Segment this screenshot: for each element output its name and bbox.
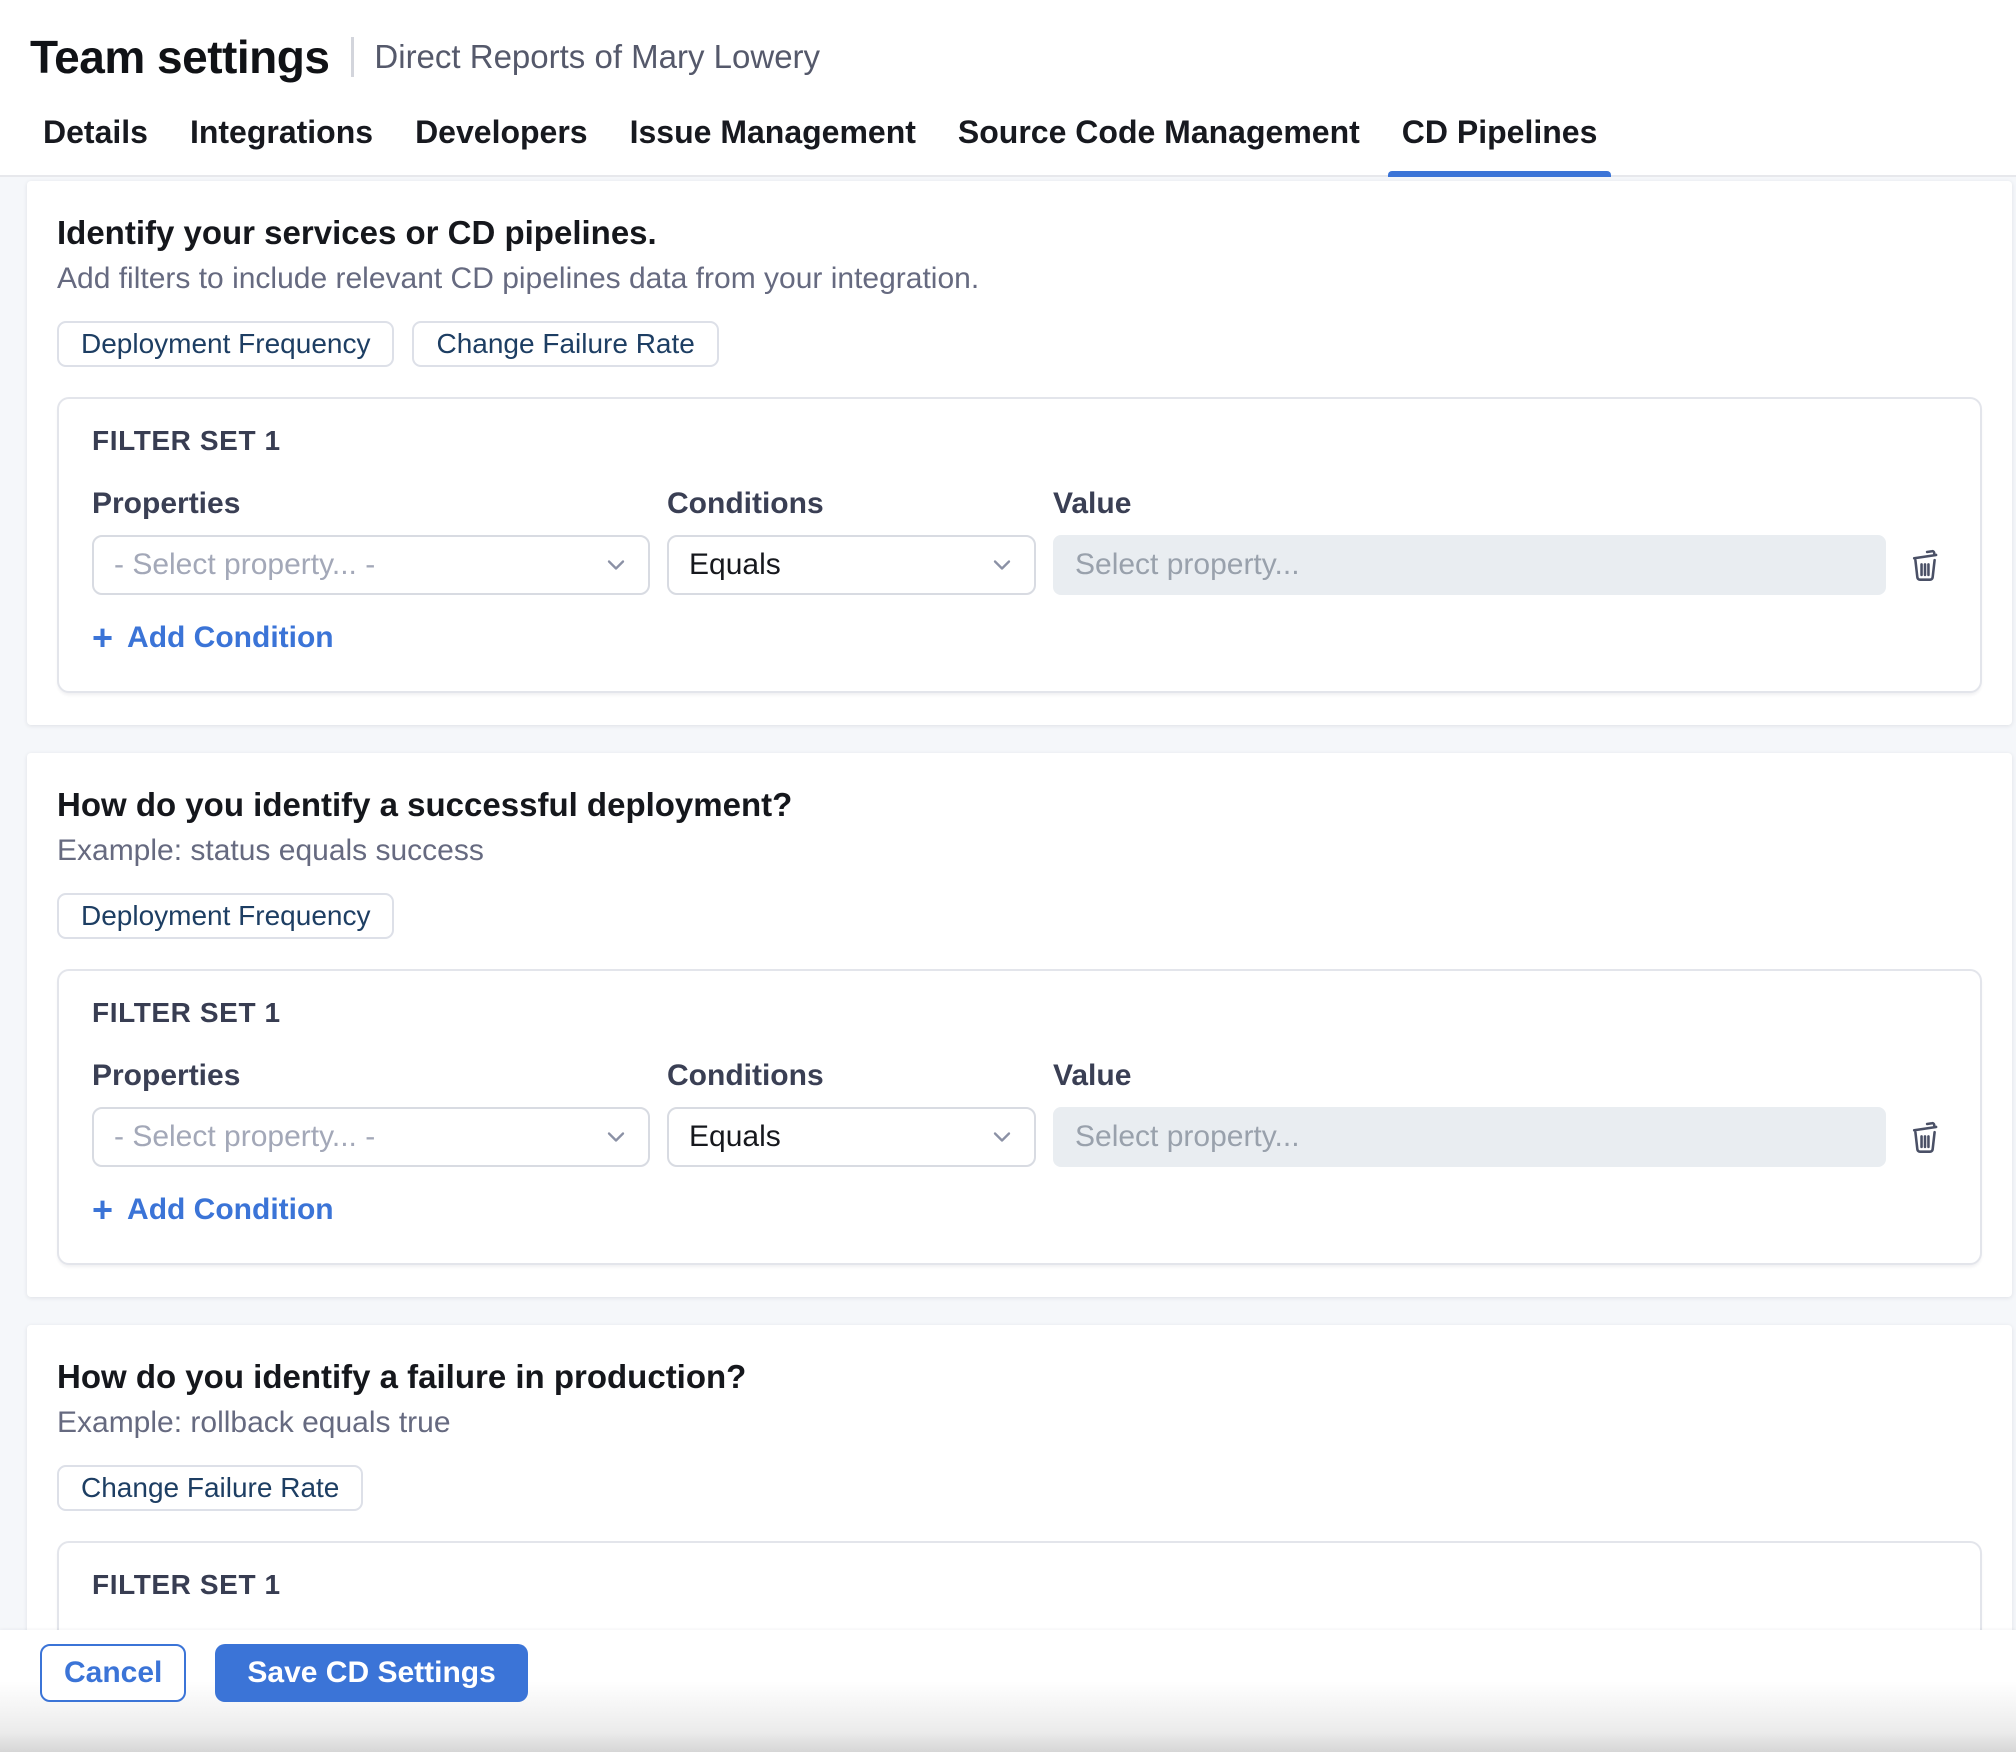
- condition-select-value: Equals: [689, 1120, 988, 1154]
- section-subtitle: Add filters to include relevant CD pipel…: [57, 261, 1982, 297]
- tab-details[interactable]: Details: [29, 114, 162, 175]
- delete-condition-button[interactable]: [1903, 535, 1947, 595]
- condition-select-value: Equals: [689, 548, 988, 582]
- metric-chip-row: Deployment Frequency Change Failure Rate: [57, 321, 1982, 367]
- section-identify-services: Identify your services or CD pipelines. …: [27, 181, 2012, 725]
- tab-developers[interactable]: Developers: [401, 114, 602, 175]
- chip-change-failure-rate[interactable]: Change Failure Rate: [412, 321, 718, 367]
- metric-chip-row: Deployment Frequency: [57, 893, 1982, 939]
- trash-icon: [1907, 1119, 1943, 1155]
- add-condition-label: Add Condition: [127, 1193, 334, 1227]
- title-divider: [351, 37, 354, 77]
- conditions-label: Conditions: [667, 1059, 1036, 1093]
- page-header: Team settings Direct Reports of Mary Low…: [0, 0, 2016, 84]
- footer-action-bar: Cancel Save CD Settings: [0, 1630, 2016, 1752]
- chip-deployment-frequency[interactable]: Deployment Frequency: [57, 321, 394, 367]
- add-condition-button[interactable]: + Add Condition: [92, 621, 334, 655]
- filter-set-title: FILTER SET 1: [92, 425, 1947, 457]
- condition-select[interactable]: Equals: [667, 1107, 1036, 1167]
- value-input[interactable]: [1053, 535, 1886, 595]
- section-heading: How do you identify a successful deploym…: [57, 785, 1982, 825]
- property-select[interactable]: - Select property... -: [92, 535, 650, 595]
- tab-bar: Details Integrations Developers Issue Ma…: [0, 114, 2016, 177]
- metric-chip-row: Change Failure Rate: [57, 1465, 1982, 1511]
- cancel-button[interactable]: Cancel: [40, 1644, 186, 1702]
- add-condition-label: Add Condition: [127, 621, 334, 655]
- value-label: Value: [1053, 1059, 1886, 1093]
- chip-change-failure-rate[interactable]: Change Failure Rate: [57, 1465, 363, 1511]
- filter-set-card: FILTER SET 1 Properties Conditions Value…: [57, 397, 1982, 693]
- tab-cd-pipelines[interactable]: CD Pipelines: [1388, 114, 1612, 175]
- page-subtitle: Direct Reports of Mary Lowery: [374, 38, 820, 76]
- chip-deployment-frequency[interactable]: Deployment Frequency: [57, 893, 394, 939]
- value-input[interactable]: [1053, 1107, 1886, 1167]
- property-select-placeholder: - Select property... -: [114, 548, 602, 582]
- property-select[interactable]: - Select property... -: [92, 1107, 650, 1167]
- delete-condition-button[interactable]: [1903, 1107, 1947, 1167]
- section-heading: How do you identify a failure in product…: [57, 1357, 1982, 1397]
- section-successful-deployment: How do you identify a successful deploym…: [27, 753, 2012, 1297]
- tab-integrations[interactable]: Integrations: [176, 114, 387, 175]
- chevron-down-icon: [988, 1123, 1016, 1151]
- add-condition-button[interactable]: + Add Condition: [92, 1193, 334, 1227]
- properties-label: Properties: [92, 487, 650, 521]
- page-title: Team settings: [30, 30, 329, 84]
- filter-set-card: FILTER SET 1 Properties Conditions Value…: [57, 969, 1982, 1265]
- tab-source-code-management[interactable]: Source Code Management: [944, 114, 1374, 175]
- properties-label: Properties: [92, 1059, 650, 1093]
- value-label: Value: [1053, 487, 1886, 521]
- trash-icon: [1907, 547, 1943, 583]
- chevron-down-icon: [988, 551, 1016, 579]
- property-select-placeholder: - Select property... -: [114, 1120, 602, 1154]
- filter-set-title: FILTER SET 1: [92, 997, 1947, 1029]
- save-cd-settings-button[interactable]: Save CD Settings: [215, 1644, 527, 1702]
- conditions-label: Conditions: [667, 487, 1036, 521]
- plus-icon: +: [92, 1195, 113, 1225]
- section-heading: Identify your services or CD pipelines.: [57, 213, 1982, 253]
- chevron-down-icon: [602, 1123, 630, 1151]
- plus-icon: +: [92, 623, 113, 653]
- filter-set-title: FILTER SET 1: [92, 1569, 1947, 1601]
- chevron-down-icon: [602, 551, 630, 579]
- tab-issue-management[interactable]: Issue Management: [616, 114, 930, 175]
- section-subtitle: Example: status equals success: [57, 833, 1982, 869]
- condition-select[interactable]: Equals: [667, 535, 1036, 595]
- section-subtitle: Example: rollback equals true: [57, 1405, 1982, 1441]
- content-area: Identify your services or CD pipelines. …: [0, 177, 2016, 1752]
